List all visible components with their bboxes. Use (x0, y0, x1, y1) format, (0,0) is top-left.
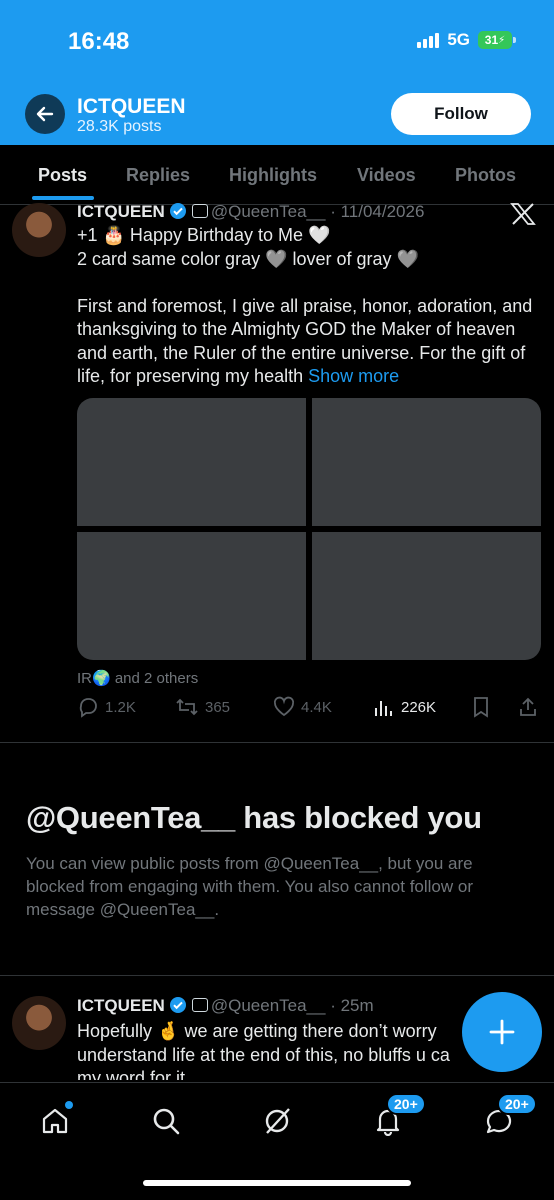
post-line-1: Hopefully 🤞 we are getting there don’t w… (77, 1021, 437, 1041)
messages-badge: 20+ (497, 1093, 537, 1115)
compose-button[interactable] (462, 992, 542, 1072)
show-more-link[interactable]: Show more (308, 366, 399, 386)
avatar[interactable] (12, 203, 66, 257)
status-indicators: 5G 31 ⚡ (417, 30, 516, 50)
avatar[interactable] (12, 996, 66, 1050)
like-count: 4.4K (301, 698, 332, 716)
affiliate-badge-icon (191, 204, 208, 218)
tab-posts[interactable]: Posts (38, 165, 87, 186)
repost-count: 365 (205, 698, 231, 716)
views-icon (375, 701, 392, 716)
post-actions: 1.2K 365 4.4K 226K (77, 696, 539, 718)
active-tab-indicator (32, 196, 94, 200)
nav-search[interactable] (146, 1101, 186, 1141)
liked-by-text[interactable]: IR🌍 and 2 others (77, 669, 198, 687)
post-body: First and foremost, I give all praise, h… (77, 295, 541, 389)
author-name[interactable]: ICTQUEEN (77, 202, 165, 221)
verified-icon (169, 203, 186, 219)
like-button[interactable]: 4.4K (273, 696, 332, 718)
heart-icon (273, 696, 295, 717)
post-line-2: 2 card same color gray 🩶 lover of gray 🩶 (77, 248, 419, 269)
verified-icon (169, 997, 186, 1013)
bookmark-icon[interactable] (471, 696, 491, 718)
divider (0, 742, 554, 743)
tab-highlights[interactable]: Highlights (229, 165, 317, 186)
plus-icon (489, 1019, 515, 1045)
share-icon[interactable] (517, 696, 539, 718)
tab-replies[interactable]: Replies (126, 165, 190, 186)
battery-icon: 31 ⚡ (478, 31, 516, 49)
divider (0, 975, 554, 976)
post-line-2: understand life at the end of this, no b… (77, 1044, 450, 1065)
media-image-2[interactable] (312, 398, 541, 526)
status-time: 16:48 (68, 28, 130, 55)
reply-icon (79, 698, 97, 718)
home-unread-dot (65, 1101, 73, 1109)
arrow-left-icon (36, 106, 54, 122)
home-indicator (143, 1180, 411, 1186)
author-name[interactable]: ICTQUEEN (77, 996, 165, 1015)
reply-count: 1.2K (105, 698, 136, 716)
reply-button[interactable]: 1.2K (77, 696, 136, 718)
nav-grok[interactable] (257, 1101, 297, 1141)
post-text: Hopefully 🤞 we are getting there don’t w… (77, 1020, 477, 1080)
views-button[interactable]: 226K (373, 696, 436, 718)
post-text: +1 🎂 Happy Birthday to Me 🤍 2 card same … (77, 224, 541, 389)
post-body-text: First and foremost, I give all praise, h… (77, 295, 533, 387)
repost-button[interactable]: 365 (175, 696, 230, 718)
media-image-3[interactable] (77, 532, 306, 660)
x-logo-icon (510, 203, 536, 225)
follow-button[interactable]: Follow (391, 93, 531, 135)
network-type: 5G (447, 30, 470, 49)
search-icon (153, 1108, 180, 1135)
battery-level: 31 (484, 33, 499, 47)
nav-notifications[interactable]: 20+ (368, 1093, 426, 1141)
post-line-3: my word for it (77, 1068, 186, 1080)
repost-icon (176, 698, 198, 716)
media-image-4[interactable] (312, 532, 541, 660)
views-count: 226K (401, 698, 437, 716)
blocked-description: You can view public posts from @QueenTea… (26, 854, 473, 919)
profile-name: ICTQUEEN (77, 95, 186, 118)
post-meta: ICTQUEEN @QueenTea__ · 25m (77, 996, 374, 1016)
post-meta: ICTQUEEN @QueenTea__ · 11/04/2026 (77, 202, 424, 222)
media-grid[interactable] (77, 398, 541, 660)
tab-photos[interactable]: Photos (455, 165, 516, 186)
home-icon (42, 1108, 68, 1134)
posts-count: 28.3K posts (77, 118, 162, 135)
media-image-1[interactable] (77, 398, 306, 526)
signal-icon (417, 32, 440, 48)
profile-header: 16:48 5G 31 ⚡ ICTQUEEN 28.3K posts Follow (0, 0, 554, 145)
tab-videos[interactable]: Videos (357, 165, 416, 186)
nav-home[interactable] (35, 1101, 75, 1141)
nav-messages[interactable]: 20+ (479, 1093, 537, 1141)
post-time: · 25m (330, 996, 374, 1015)
grok-icon (265, 1108, 290, 1134)
post-date: · 11/04/2026 (330, 202, 425, 221)
back-button[interactable] (25, 94, 65, 134)
blocked-title: @QueenTea__ has blocked you (26, 800, 482, 835)
author-handle[interactable]: @QueenTea__ (211, 202, 326, 221)
post-line-1: +1 🎂 Happy Birthday to Me 🤍 (77, 225, 331, 245)
author-handle[interactable]: @QueenTea__ (211, 996, 326, 1015)
affiliate-badge-icon (191, 998, 208, 1012)
notifications-badge: 20+ (386, 1093, 426, 1115)
